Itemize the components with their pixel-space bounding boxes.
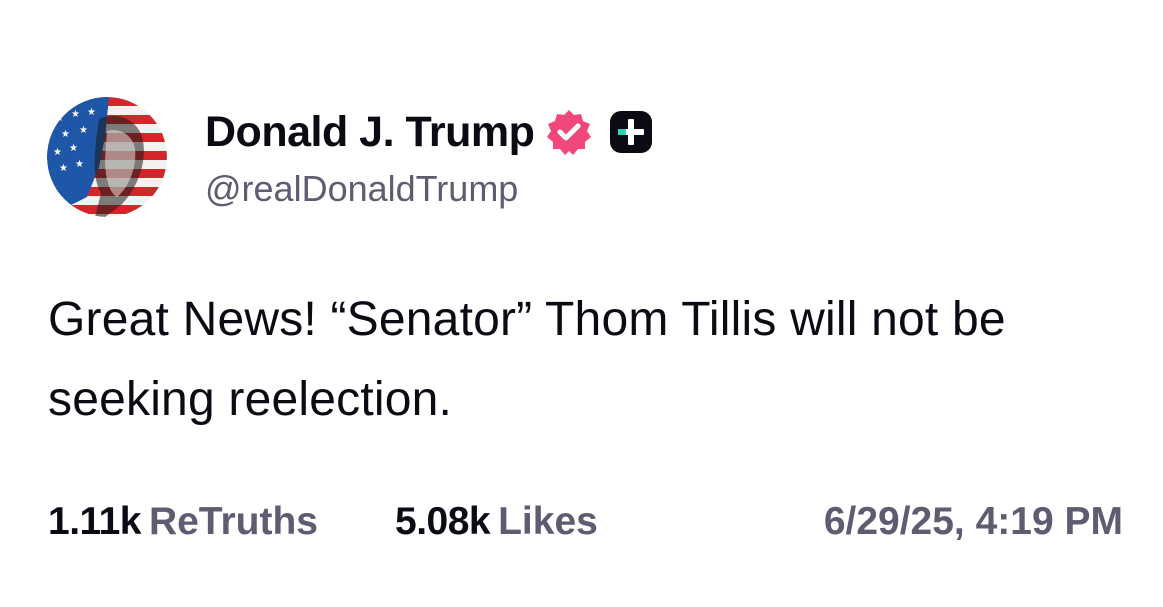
post-stats: 1.11k ReTruths 5.08k Likes 6/29/25, 4:19 P… bbox=[48, 500, 1123, 550]
svg-text:★: ★ bbox=[79, 125, 88, 136]
author-display-name[interactable]: Donald J. Trump bbox=[205, 108, 535, 157]
retruths-count: 1.11k bbox=[48, 500, 141, 543]
retruths-stat[interactable]: 1.11k ReTruths bbox=[48, 500, 318, 544]
svg-text:★: ★ bbox=[55, 113, 64, 124]
svg-text:★: ★ bbox=[87, 107, 96, 118]
truth-post: ★ ★ ★ ★ ★ ★ ★ ★ ★ Donald J. Trump @realD… bbox=[0, 0, 1163, 607]
svg-text:★: ★ bbox=[75, 159, 84, 170]
avatar-image: ★ ★ ★ ★ ★ ★ ★ ★ ★ bbox=[47, 97, 167, 217]
svg-text:★: ★ bbox=[71, 109, 80, 120]
svg-text:★: ★ bbox=[59, 163, 68, 174]
likes-stat[interactable]: 5.08k Likes bbox=[395, 500, 598, 544]
plus-badge-icon bbox=[608, 109, 654, 155]
svg-text:★: ★ bbox=[61, 129, 70, 140]
verified-badge-icon bbox=[544, 107, 594, 157]
avatar[interactable]: ★ ★ ★ ★ ★ ★ ★ ★ ★ bbox=[47, 97, 167, 217]
post-timestamp[interactable]: 6/29/25, 4:19 PM bbox=[824, 500, 1123, 544]
author-name-row: Donald J. Trump bbox=[205, 104, 654, 160]
author-handle[interactable]: @realDonaldTrump bbox=[205, 168, 518, 210]
svg-text:★: ★ bbox=[69, 143, 78, 154]
retruths-label: ReTruths bbox=[148, 500, 318, 543]
svg-text:★: ★ bbox=[53, 147, 62, 158]
post-text: Great News! “Senator” Thom Tillis will n… bbox=[48, 293, 1006, 426]
likes-label: Likes bbox=[498, 500, 598, 543]
likes-count: 5.08k bbox=[395, 500, 491, 543]
